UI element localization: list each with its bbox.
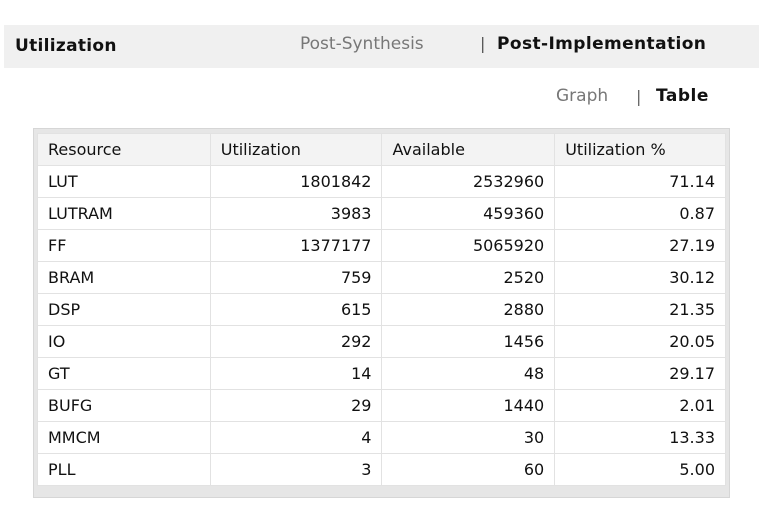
cell-resource: MMCM	[37, 421, 211, 454]
utilization-table: Resource Utilization Available Utilizati…	[37, 133, 726, 486]
cell-utilization: 615	[209, 293, 383, 326]
cell-utilization-percent: 2.01	[554, 389, 726, 422]
cell-utilization: 1801842	[209, 165, 383, 198]
table-header-row: Resource Utilization Available Utilizati…	[37, 133, 726, 166]
cell-available: 48	[381, 357, 556, 390]
cell-utilization-percent: 20.05	[554, 325, 726, 358]
cell-available: 1440	[381, 389, 556, 422]
cell-available: 30	[381, 421, 556, 454]
cell-utilization: 759	[209, 261, 383, 294]
cell-utilization-percent: 30.12	[554, 261, 726, 294]
view-separator: |	[636, 87, 642, 106]
cell-resource: DSP	[37, 293, 211, 326]
cell-utilization-percent: 21.35	[554, 293, 726, 326]
cell-resource: IO	[37, 325, 211, 358]
tab-post-synthesis[interactable]: Post-Synthesis	[300, 34, 424, 54]
utilization-panel: Utilization Post-Synthesis | Post-Implem…	[0, 0, 764, 528]
panel-title: Utilization	[15, 36, 117, 56]
utilization-table-container: Resource Utilization Available Utilizati…	[33, 128, 730, 498]
cell-utilization: 29	[209, 389, 383, 422]
cell-resource: LUTRAM	[37, 197, 211, 230]
cell-resource: GT	[37, 357, 211, 390]
cell-available: 1456	[381, 325, 556, 358]
column-header-utilization-percent[interactable]: Utilization %	[554, 133, 726, 166]
cell-utilization-percent: 13.33	[554, 421, 726, 454]
cell-utilization: 292	[209, 325, 383, 358]
cell-resource: FF	[37, 229, 211, 262]
table-row: LUT 1801842 2532960 71.14	[37, 165, 726, 198]
table-row: GT 14 48 29.17	[37, 357, 726, 390]
table-row: BUFG 29 1440 2.01	[37, 389, 726, 422]
column-header-resource[interactable]: Resource	[37, 133, 211, 166]
cell-utilization-percent: 29.17	[554, 357, 726, 390]
view-graph-toggle[interactable]: Graph	[556, 86, 608, 106]
column-header-utilization[interactable]: Utilization	[209, 133, 383, 166]
cell-utilization-percent: 27.19	[554, 229, 726, 262]
cell-resource: BRAM	[37, 261, 211, 294]
table-row: DSP 615 2880 21.35	[37, 293, 726, 326]
table-row: PLL 3 60 5.00	[37, 453, 726, 486]
table-row: IO 292 1456 20.05	[37, 325, 726, 358]
utilization-header: Utilization Post-Synthesis | Post-Implem…	[4, 25, 759, 68]
cell-available: 2532960	[381, 165, 556, 198]
cell-resource: PLL	[37, 453, 211, 486]
table-row: BRAM 759 2520 30.12	[37, 261, 726, 294]
cell-resource: BUFG	[37, 389, 211, 422]
cell-utilization: 14	[209, 357, 383, 390]
tab-post-implementation[interactable]: Post-Implementation	[497, 34, 706, 54]
cell-utilization: 4	[209, 421, 383, 454]
tab-separator: |	[480, 34, 486, 53]
cell-resource: LUT	[37, 165, 211, 198]
column-header-available[interactable]: Available	[381, 133, 556, 166]
cell-available: 5065920	[381, 229, 556, 262]
cell-utilization: 1377177	[209, 229, 383, 262]
cell-utilization-percent: 71.14	[554, 165, 726, 198]
table-row: FF 1377177 5065920 27.19	[37, 229, 726, 262]
cell-utilization-percent: 5.00	[554, 453, 726, 486]
cell-utilization-percent: 0.87	[554, 197, 726, 230]
cell-available: 459360	[381, 197, 556, 230]
table-row: MMCM 4 30 13.33	[37, 421, 726, 454]
cell-available: 2520	[381, 261, 556, 294]
cell-utilization: 3	[209, 453, 383, 486]
view-table-toggle[interactable]: Table	[656, 86, 709, 106]
table-row: LUTRAM 3983 459360 0.87	[37, 197, 726, 230]
cell-available: 2880	[381, 293, 556, 326]
cell-available: 60	[381, 453, 556, 486]
cell-utilization: 3983	[209, 197, 383, 230]
